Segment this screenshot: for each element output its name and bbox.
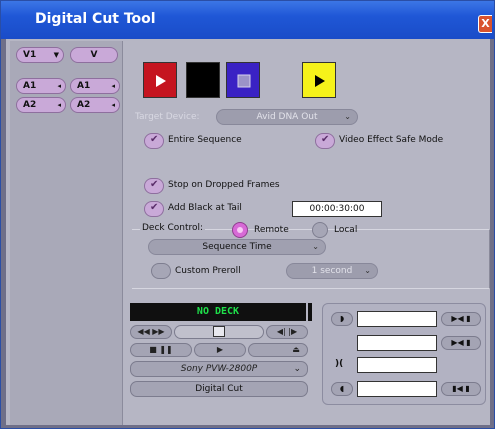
deck-status-display: NO DECK xyxy=(130,303,306,321)
go-to-out-icon: ▶◀ ▮ xyxy=(451,338,471,347)
deck-control-group xyxy=(132,229,490,289)
play-icon xyxy=(315,75,325,87)
track-button-a2-source[interactable]: A2 ◂ xyxy=(16,97,66,113)
title-bar[interactable]: Digital Cut Tool X xyxy=(1,1,494,39)
timecode-pad: ◗ ▶◀ ▮ ▶◀ ▮ )( ◖ ▮◀ ▮ xyxy=(322,303,486,405)
black-duration-field[interactable]: 00:00:30:00 xyxy=(292,201,382,217)
local-label: Local xyxy=(334,225,358,235)
video-safe-mode-label: Video Effect Safe Mode xyxy=(339,135,444,145)
mark-out-icon: ◖ xyxy=(339,384,345,393)
monitor-speaker-icon: ◂ xyxy=(111,82,115,90)
go-to-position-icon: ▮◀ ▮ xyxy=(452,384,470,393)
go-to-in-button[interactable]: ▶◀ ▮ xyxy=(441,312,481,326)
stop-icon xyxy=(237,74,251,88)
chevron-down-icon: ⌄ xyxy=(293,364,301,374)
chevron-down-icon: ▼ xyxy=(53,51,59,59)
close-button[interactable]: X xyxy=(478,15,492,33)
chevron-down-icon: ⌄ xyxy=(344,112,351,121)
remote-label: Remote xyxy=(254,225,289,235)
target-device-select[interactable]: Avid DNA Out ⌄ xyxy=(216,109,358,125)
deck-select-menu[interactable]: Sony PVW-2800P ⌄ xyxy=(130,361,308,377)
chevron-down-icon: ⌄ xyxy=(312,242,319,251)
stop-dropped-frames-label: Stop on Dropped Frames xyxy=(168,180,280,190)
add-black-checkbox[interactable]: ✔ xyxy=(144,201,164,217)
track-selector-panel: V1 ▼ V A1 ◂ A1 ◂ A2 ◂ A2 ◂ xyxy=(10,41,123,425)
mark-in-icon: ◗ xyxy=(339,314,345,323)
target-device-label: Target Device: xyxy=(135,112,200,122)
jog-shuttle-bar[interactable] xyxy=(174,325,264,339)
monitor-speaker-icon: ◂ xyxy=(57,101,61,109)
deck-control-label: Deck Control: xyxy=(140,223,206,233)
duration-icon: )( xyxy=(335,359,344,369)
local-radio[interactable] xyxy=(312,222,328,238)
monitor-speaker-icon: ◂ xyxy=(57,82,61,90)
stop-digital-cut-button[interactable] xyxy=(226,62,260,98)
eject-icon: ⏏ xyxy=(292,345,300,354)
checkmark-icon: ✔ xyxy=(150,202,159,213)
deck-controller: NO DECK ◀◀ ▶▶ ◀| |▶ ■ ❚❚ ▶ ⏏ Sony PVW-28… xyxy=(130,301,313,425)
position-field[interactable] xyxy=(357,381,437,397)
checkmark-icon: ✔ xyxy=(150,179,159,190)
black-preview-button[interactable] xyxy=(186,62,220,98)
track-button-v-record[interactable]: V xyxy=(70,47,118,63)
preview-play-button[interactable] xyxy=(302,62,336,98)
stop-dropped-frames-checkbox[interactable]: ✔ xyxy=(144,178,164,194)
remote-radio[interactable] xyxy=(232,222,248,238)
track-button-a2-record[interactable]: A2 ◂ xyxy=(70,97,120,113)
monitor-speaker-icon: ◂ xyxy=(111,101,115,109)
entire-sequence-checkbox[interactable]: ✔ xyxy=(144,133,164,149)
stop-pause-buttons[interactable]: ■ ❚❚ xyxy=(130,343,192,357)
rewind-fast-forward-buttons[interactable]: ◀◀ ▶▶ xyxy=(130,325,172,339)
deck-meter xyxy=(308,303,312,321)
duration-field[interactable] xyxy=(357,357,437,373)
play-icon: ▶ xyxy=(216,345,224,354)
go-to-out-button[interactable]: ▶◀ ▮ xyxy=(441,336,481,350)
window-title: Digital Cut Tool xyxy=(35,11,156,27)
main-panel: V1 ▼ V A1 ◂ A1 ◂ A2 ◂ A2 ◂ Target Device… xyxy=(6,39,490,425)
sequence-time-select[interactable]: Sequence Time ⌄ xyxy=(148,239,326,255)
track-button-a1-source[interactable]: A1 ◂ xyxy=(16,78,66,94)
video-safe-mode-checkbox[interactable]: ✔ xyxy=(315,133,335,149)
custom-preroll-label: Custom Preroll xyxy=(175,266,241,276)
track-button-a1-record[interactable]: A1 ◂ xyxy=(70,78,120,94)
mark-in-field[interactable] xyxy=(357,311,437,327)
mark-out-button[interactable]: ◖ xyxy=(331,382,353,396)
play-digital-cut-button[interactable] xyxy=(143,62,177,98)
digital-cut-window: Digital Cut Tool X V1 ▼ V A1 ◂ A1 ◂ A2 ◂ xyxy=(0,0,495,429)
track-button-v1-source[interactable]: V1 ▼ xyxy=(16,47,64,63)
custom-preroll-checkbox[interactable] xyxy=(151,263,171,279)
play-icon xyxy=(156,75,166,87)
digital-cut-button[interactable]: Digital Cut xyxy=(130,381,308,397)
jog-thumb[interactable] xyxy=(213,326,225,337)
go-to-position-button[interactable]: ▮◀ ▮ xyxy=(441,382,481,396)
chevron-down-icon: ⌄ xyxy=(364,266,371,275)
entire-sequence-label: Entire Sequence xyxy=(168,135,242,145)
eject-button[interactable]: ⏏ xyxy=(248,343,308,357)
mark-out-field[interactable] xyxy=(357,335,437,351)
step-frame-buttons[interactable]: ◀| |▶ xyxy=(266,325,308,339)
checkmark-icon: ✔ xyxy=(150,134,159,145)
add-black-label: Add Black at Tail xyxy=(168,203,242,213)
play-button[interactable]: ▶ xyxy=(194,343,246,357)
mark-in-button[interactable]: ◗ xyxy=(331,312,353,326)
preroll-duration-select[interactable]: 1 second ⌄ xyxy=(286,263,378,279)
checkmark-icon: ✔ xyxy=(321,134,330,145)
go-to-in-icon: ▶◀ ▮ xyxy=(451,314,471,323)
